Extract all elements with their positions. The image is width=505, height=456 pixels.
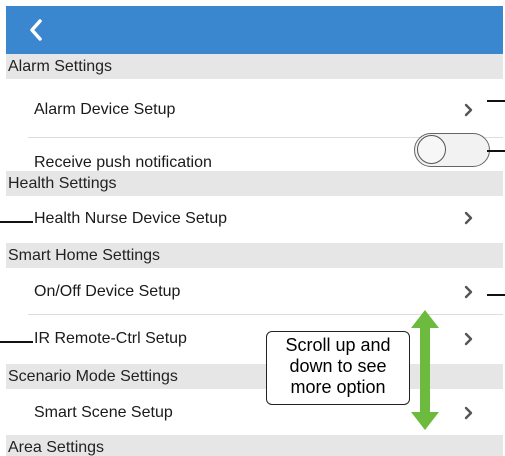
row-label: IR Remote-Ctrl Setup [34,330,187,347]
double-headed-arrow-icon [411,310,439,430]
annotation-leader-line [487,294,505,296]
push-notification-toggle[interactable] [414,133,490,167]
chevron-right-icon [464,406,473,420]
section-header-smart-home: Smart Home Settings [6,243,503,268]
callout-line: down to see [289,356,387,376]
row-on-off-device-setup[interactable]: On/Off Device Setup [6,268,503,315]
callout-line: more option [290,377,386,397]
row-label: Health Nurse Device Setup [34,210,227,227]
app-bar [6,6,503,54]
chevron-right-icon [464,211,473,225]
toggle-knob [417,135,446,164]
annotation-leader-line [0,341,33,343]
annotation-leader-line [487,100,505,102]
row-label: Alarm Device Setup [34,101,176,118]
section-header-health: Health Settings [6,171,503,196]
section-header-alarm: Alarm Settings [6,54,503,79]
chevron-right-icon [464,103,473,117]
scroll-hint-callout: Scroll up and down to see more option [266,331,410,405]
row-alarm-device-setup[interactable]: Alarm Device Setup [6,79,503,137]
annotation-leader-line [487,150,505,152]
chevron-right-icon [464,285,473,299]
row-label: Smart Scene Setup [34,404,173,421]
section-header-area: Area Settings [6,435,503,456]
callout-line: Scroll up and [285,335,391,355]
chevron-left-icon [30,19,42,41]
row-label: On/Off Device Setup [34,283,181,300]
row-label: Receive push notification [34,154,212,171]
back-button[interactable] [28,12,68,48]
annotation-leader-line [0,221,33,223]
chevron-right-icon [464,332,473,346]
